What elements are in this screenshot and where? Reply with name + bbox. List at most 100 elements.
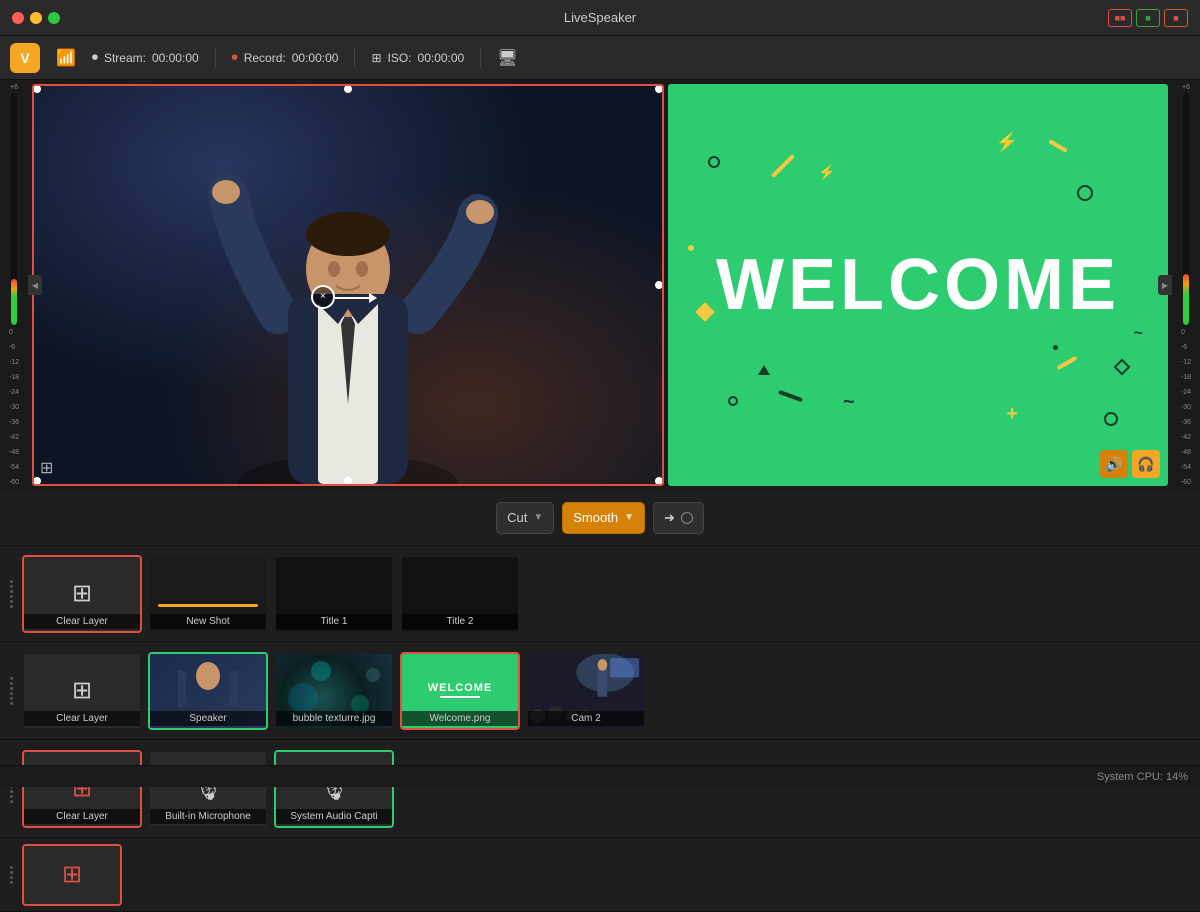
layout-btn-1[interactable]: ■■ bbox=[1108, 9, 1132, 27]
preview-area: +6 0-6-12-18-24-30-36-42-48-54-60 ◀ bbox=[0, 80, 1200, 490]
shot-row-video: ⊞ Clear Layer Speaker bbox=[0, 642, 1200, 740]
toolbar: V 📶 ⏺ Stream: 00:00:00 ⏺ Record: 00:00:0… bbox=[0, 36, 1200, 80]
monitor-icon: 🖥 bbox=[497, 48, 517, 68]
iso-icon: ⊞ bbox=[371, 51, 381, 65]
shot-bubble[interactable]: bubble texturre.jpg bbox=[274, 652, 394, 730]
record-time: 00:00:00 bbox=[292, 51, 339, 65]
monitor-output-btn[interactable]: 🔊 bbox=[1100, 450, 1128, 478]
vu-meter-left: +6 0-6-12-18-24-30-36-42-48-54-60 bbox=[0, 80, 28, 490]
record-label: Record: bbox=[244, 51, 286, 65]
shot-row-graphics: ⊞ Clear Layer New Shot Title 1 Title 2 bbox=[0, 546, 1200, 642]
shots-section: ⊞ Clear Layer New Shot Title 1 Title 2 bbox=[0, 546, 1200, 912]
screenshot-icon[interactable]: ⊞ bbox=[40, 458, 53, 478]
cpu-label: System CPU: bbox=[1097, 771, 1163, 783]
preview-icons: 🔊 🎧 bbox=[1100, 450, 1160, 478]
shot-extra-1[interactable]: ⊞ bbox=[22, 844, 122, 906]
monitor-icon: 🔊 bbox=[1105, 456, 1122, 473]
layout-btn-2[interactable]: ■ bbox=[1136, 9, 1160, 27]
stream-label: Stream: bbox=[104, 51, 146, 65]
iso-item: ⊞ ISO: 00:00:00 bbox=[371, 51, 464, 65]
layers-icon-1: ⊞ bbox=[72, 579, 92, 608]
record-item: ⏺ Record: 00:00:00 bbox=[232, 50, 339, 65]
shot-row-audio: ⊞ Clear Layer 🎙 Built-in Microphone 🎙 Sy… bbox=[0, 740, 1200, 838]
stream-time: 00:00:00 bbox=[152, 51, 199, 65]
stream-record-icon: ⏺ bbox=[92, 50, 98, 65]
collapse-right-btn[interactable]: ▶ bbox=[1158, 275, 1172, 295]
window-controls[interactable] bbox=[12, 12, 60, 24]
shot-new-shot[interactable]: New Shot bbox=[148, 555, 268, 633]
monitor-icon-item: 🖥 bbox=[497, 48, 517, 68]
smooth-arrow-icon: ▼ bbox=[624, 512, 634, 523]
titlebar: LiveSpeaker ■■ ■ ■ bbox=[0, 0, 1200, 36]
transition-circle bbox=[681, 512, 693, 524]
titlebar-right-buttons[interactable]: ■■ ■ ■ bbox=[1108, 9, 1188, 27]
row-drag-extra[interactable] bbox=[8, 864, 16, 886]
statusbar: System CPU: 14% bbox=[0, 765, 1200, 787]
close-button[interactable] bbox=[12, 12, 24, 24]
row-drag-video[interactable] bbox=[8, 675, 16, 707]
cut-dropdown[interactable]: Cut ▼ bbox=[496, 502, 554, 534]
cam2-label: Cam 2 bbox=[528, 711, 644, 726]
controls-bar: Cut ▼ Smooth ▼ ➜ bbox=[0, 490, 1200, 546]
extra-1-thumb: ⊞ bbox=[24, 846, 120, 904]
layers-icon-extra: ⊞ bbox=[62, 860, 82, 889]
wifi-icon-item: 📶 bbox=[56, 48, 76, 68]
shot-row-extra: ⊞ bbox=[0, 838, 1200, 912]
smooth-dropdown[interactable]: Smooth ▼ bbox=[562, 502, 645, 534]
shot-title-2[interactable]: Title 2 bbox=[400, 555, 520, 633]
shot-speaker[interactable]: Speaker bbox=[148, 652, 268, 730]
iso-label: ISO: bbox=[388, 51, 412, 65]
record-dot-icon: ⏺ bbox=[232, 50, 238, 65]
shot-clear-layer-3[interactable]: ⊞ Clear Layer bbox=[22, 750, 142, 828]
preview-content: × ⊞ bbox=[28, 80, 1172, 490]
iso-time: 00:00:00 bbox=[418, 51, 465, 65]
toolbar-divider-3 bbox=[480, 48, 481, 68]
speaker-label: Speaker bbox=[150, 711, 266, 726]
system-audio-label: System Audio Capti bbox=[276, 809, 392, 824]
cpu-value: 14% bbox=[1166, 771, 1188, 783]
layers-icon-2: ⊞ bbox=[72, 676, 92, 705]
welcome-slide: ⚡ ⚡ + ~ ~ WELCOME bbox=[668, 84, 1168, 486]
shot-clear-layer-1[interactable]: ⊞ Clear Layer bbox=[22, 555, 142, 633]
shot-system-audio[interactable]: 🎙 System Audio Capti bbox=[274, 750, 394, 828]
shot-title-1[interactable]: Title 1 bbox=[274, 555, 394, 633]
shot-welcome[interactable]: WELCOME Welcome.png bbox=[400, 652, 520, 730]
cut-label: Cut bbox=[507, 510, 527, 525]
vu-bar-left bbox=[11, 93, 17, 325]
transition-arrow-icon: ➜ bbox=[664, 510, 675, 526]
clear-layer-1-label: Clear Layer bbox=[24, 614, 140, 629]
transition-btn[interactable]: ➜ bbox=[653, 502, 704, 534]
row-drag-graphics[interactable] bbox=[8, 578, 16, 610]
newshot-indicator bbox=[158, 604, 258, 607]
vu-bar-right bbox=[1183, 93, 1189, 325]
speaker-person-svg bbox=[198, 114, 498, 484]
shot-cam2[interactable]: Cam 2 bbox=[526, 652, 646, 730]
shot-builtin-mic[interactable]: 🎙 Built-in Microphone bbox=[148, 750, 268, 828]
layout-btn-3[interactable]: ■ bbox=[1164, 9, 1188, 27]
title-2-label: Title 2 bbox=[402, 614, 518, 629]
smooth-label: Smooth bbox=[573, 510, 618, 525]
minimize-button[interactable] bbox=[30, 12, 42, 24]
builtin-mic-label: Built-in Microphone bbox=[150, 809, 266, 824]
app-title: LiveSpeaker bbox=[564, 10, 636, 25]
vu-meter-right: +6 0-6-12-18-24-30-36-42-48-54-60 bbox=[1172, 80, 1200, 490]
app-logo: V bbox=[10, 43, 40, 73]
stream-item: ⏺ Stream: 00:00:00 bbox=[92, 50, 199, 65]
preview-welcome: ⚡ ⚡ + ~ ~ WELCOME 🔊 🎧 bbox=[668, 84, 1168, 486]
clear-layer-2-label: Clear Layer bbox=[24, 711, 140, 726]
camera-feed: × bbox=[34, 86, 662, 484]
shot-clear-layer-2[interactable]: ⊞ Clear Layer bbox=[22, 652, 142, 730]
headphones-icon: 🎧 bbox=[1137, 456, 1154, 473]
wifi-icon: 📶 bbox=[56, 48, 76, 68]
welcome-png-label: Welcome.png bbox=[402, 711, 518, 726]
preview-camera: × ⊞ bbox=[32, 84, 664, 486]
new-shot-label: New Shot bbox=[150, 614, 266, 629]
toolbar-divider-1 bbox=[215, 48, 216, 68]
maximize-button[interactable] bbox=[48, 12, 60, 24]
headphones-btn[interactable]: 🎧 bbox=[1132, 450, 1160, 478]
collapse-left-btn[interactable]: ◀ bbox=[28, 275, 42, 295]
clear-layer-3-label: Clear Layer bbox=[24, 809, 140, 824]
cut-arrow-icon: ▼ bbox=[533, 512, 543, 523]
welcome-text: WELCOME bbox=[716, 244, 1120, 326]
bubble-label: bubble texturre.jpg bbox=[276, 711, 392, 726]
